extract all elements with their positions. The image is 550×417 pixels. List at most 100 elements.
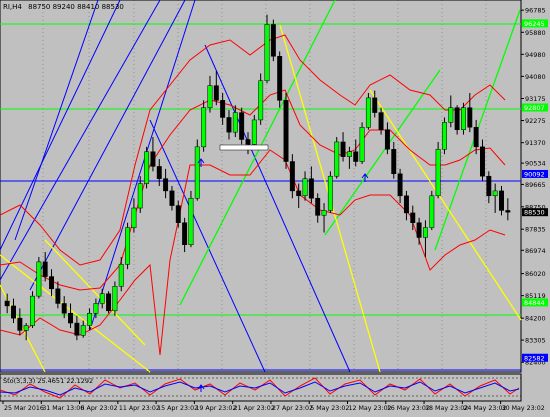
candle-body[interactable] xyxy=(213,85,219,101)
candle-body[interactable] xyxy=(99,293,105,304)
candle-body[interactable] xyxy=(435,149,441,197)
candle-body[interactable] xyxy=(397,173,403,197)
candle-body[interactable] xyxy=(454,107,460,130)
time-tick-label: 15 Apr 23:02 xyxy=(157,405,198,412)
candle-body[interactable] xyxy=(499,190,504,211)
candle-body[interactable] xyxy=(251,119,257,145)
candle-body[interactable] xyxy=(42,261,48,277)
candle-body[interactable] xyxy=(308,178,314,199)
time-tick-label: 11 Apr 23:02 xyxy=(119,405,160,412)
candle-body[interactable] xyxy=(118,264,124,287)
candle-body[interactable] xyxy=(125,227,131,265)
level-label-text: 88530 xyxy=(524,209,545,217)
candle-body[interactable] xyxy=(49,276,54,290)
candle-body[interactable] xyxy=(232,112,238,133)
candle-body[interactable] xyxy=(441,122,447,150)
white-rectangle-object[interactable] xyxy=(219,144,269,151)
candle-body[interactable] xyxy=(112,286,118,312)
candle-body[interactable] xyxy=(106,293,112,312)
ohlc-values: 88750 89240 88410 88530 xyxy=(28,3,124,11)
candle-body[interactable] xyxy=(87,313,93,326)
price-tick-label: 86020 xyxy=(525,270,546,278)
candle-body[interactable] xyxy=(365,97,371,128)
candle-body[interactable] xyxy=(93,303,99,314)
candle-body[interactable] xyxy=(461,107,466,130)
candle-body[interactable] xyxy=(61,303,67,314)
candle-body[interactable] xyxy=(17,317,23,331)
candle-body[interactable] xyxy=(448,107,454,123)
candle-body[interactable] xyxy=(163,178,169,192)
candle-body[interactable] xyxy=(416,222,422,238)
price-tick-label: 83305 xyxy=(525,337,546,345)
candle-body[interactable] xyxy=(144,151,150,184)
candle-body[interactable] xyxy=(289,161,295,192)
candle-body[interactable] xyxy=(36,261,42,297)
symbol-timeframe: RI,H4 xyxy=(3,3,22,11)
candle-body[interactable] xyxy=(201,107,207,148)
candle-body[interactable] xyxy=(175,205,181,223)
candle-body[interactable] xyxy=(359,127,365,162)
candle-body[interactable] xyxy=(334,141,340,177)
candle-body[interactable] xyxy=(473,127,479,148)
candle-body[interactable] xyxy=(384,129,390,150)
candle-body[interactable] xyxy=(391,149,397,175)
candle-body[interactable] xyxy=(30,295,35,326)
candle-body[interactable] xyxy=(264,24,270,82)
candle-body[interactable] xyxy=(245,139,251,145)
candle-body[interactable] xyxy=(410,212,416,223)
candle-body[interactable] xyxy=(429,195,435,228)
candle-body[interactable] xyxy=(422,227,428,238)
candle-body[interactable] xyxy=(372,97,378,113)
candle-body[interactable] xyxy=(207,85,213,108)
chart-window[interactable]: RI,H4 88750 89240 88410 88530 96785 95880… xyxy=(0,0,550,413)
candle-body[interactable] xyxy=(131,207,137,228)
candle-body[interactable] xyxy=(188,197,194,245)
candle-body[interactable] xyxy=(378,112,384,130)
candle-body[interactable] xyxy=(270,24,276,57)
candle-body[interactable] xyxy=(505,210,511,213)
candle-body[interactable] xyxy=(340,141,346,157)
candle-body[interactable] xyxy=(467,107,473,128)
candle-body[interactable] xyxy=(74,322,80,336)
candle-body[interactable] xyxy=(150,151,156,167)
candle-body[interactable] xyxy=(156,166,162,179)
price-tick-label: 87835 xyxy=(525,226,546,234)
candle-body[interactable] xyxy=(220,100,226,118)
candle-body[interactable] xyxy=(353,151,359,162)
level-label-text: 84844 xyxy=(524,299,545,307)
candle-body[interactable] xyxy=(169,190,175,206)
candle-body[interactable] xyxy=(137,183,143,209)
candle-body[interactable] xyxy=(315,197,321,216)
time-tick-label: 31 Mar 13:00 xyxy=(42,405,84,412)
candle-body[interactable] xyxy=(23,325,29,331)
candle-body[interactable] xyxy=(302,178,308,197)
candle-body[interactable] xyxy=(182,222,188,245)
candle-body[interactable] xyxy=(4,300,10,307)
candle-body[interactable] xyxy=(480,146,485,177)
candle-body[interactable] xyxy=(486,175,492,197)
price-chart[interactable]: RI,H4 88750 89240 88410 88530 96785 95880… xyxy=(0,0,550,413)
time-tick-label: 18 May 23:02 xyxy=(425,405,468,412)
price-tick-label: 94080 xyxy=(525,73,546,81)
time-tick-label: 25 Mar 2016 xyxy=(4,405,44,412)
price-tick-label: 86974 xyxy=(525,247,546,255)
candle-body[interactable] xyxy=(492,190,498,197)
price-tick-label: 91370 xyxy=(525,139,546,147)
candle-body[interactable] xyxy=(403,195,409,214)
candle-body[interactable] xyxy=(226,117,232,133)
candle-body[interactable] xyxy=(321,210,327,216)
candle-body[interactable] xyxy=(68,313,74,324)
candle-body[interactable] xyxy=(55,288,61,304)
white-marker[interactable] xyxy=(219,144,269,151)
candle-body[interactable] xyxy=(194,146,200,199)
candle-body[interactable] xyxy=(296,190,302,197)
candle-body[interactable] xyxy=(283,100,289,162)
candle-body[interactable] xyxy=(327,175,333,211)
time-tick-label: 30 May 23:02 xyxy=(502,405,545,412)
candle-body[interactable] xyxy=(239,112,245,140)
candle-body[interactable] xyxy=(11,305,16,319)
candle-body[interactable] xyxy=(258,80,264,121)
candle-body[interactable] xyxy=(346,151,352,157)
candle-body[interactable] xyxy=(277,56,283,101)
candle-body[interactable] xyxy=(80,325,86,336)
